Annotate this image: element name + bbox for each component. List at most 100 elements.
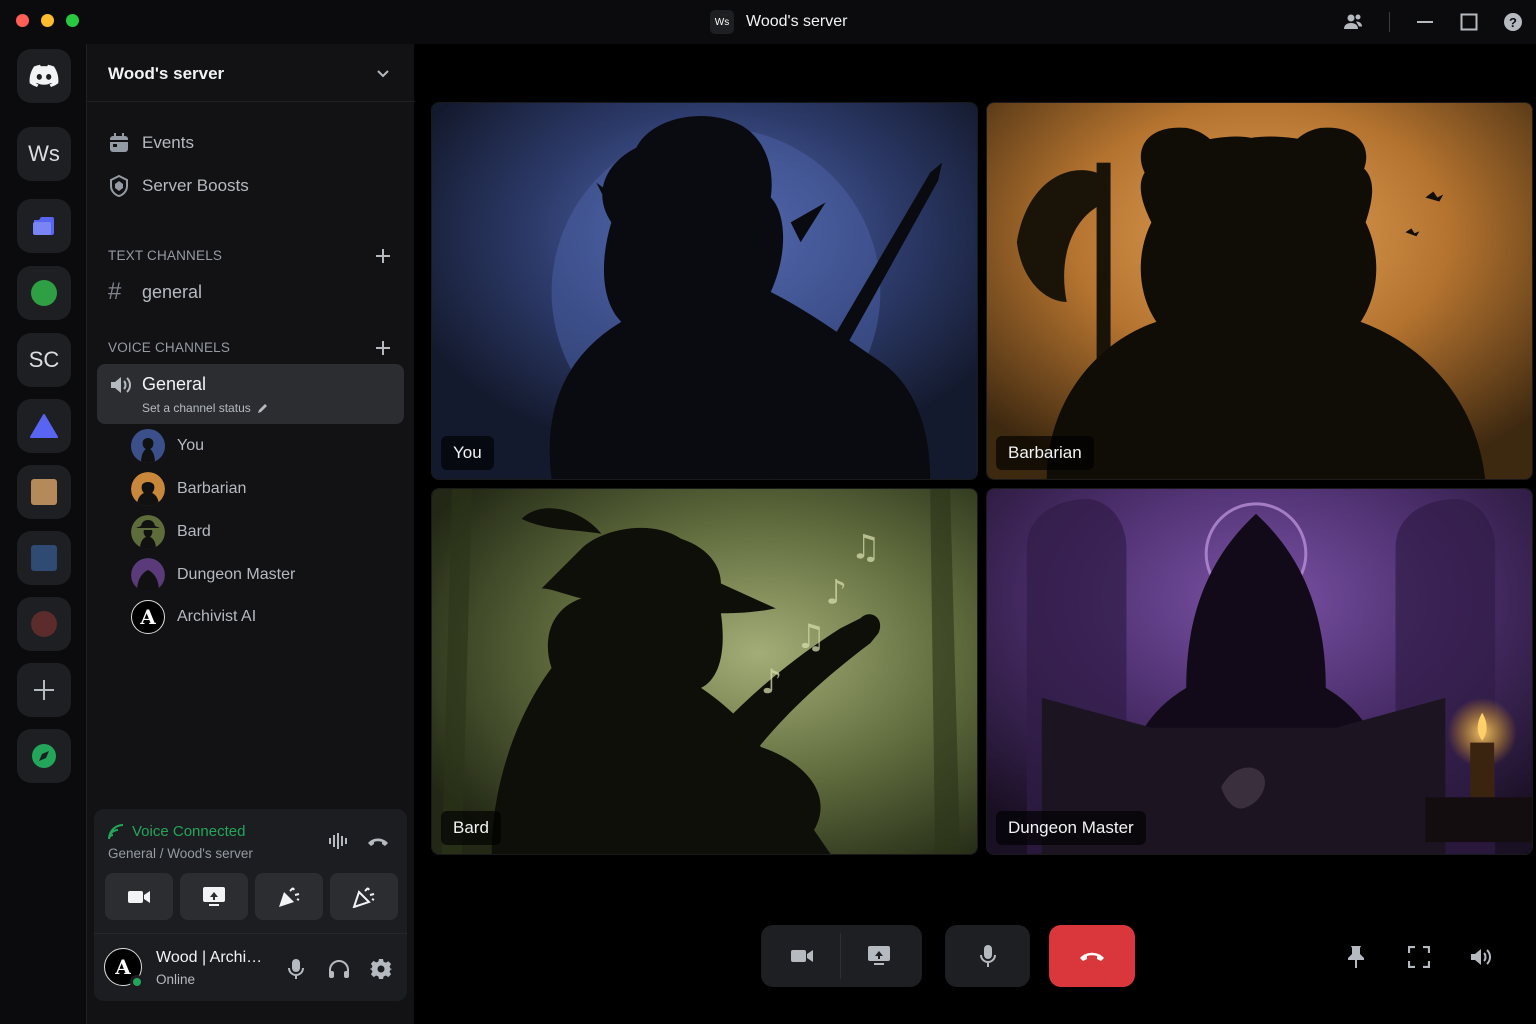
soundboard-button[interactable] — [330, 873, 398, 920]
add-server-icon — [34, 680, 54, 700]
home-button[interactable] — [17, 49, 71, 103]
folder-icon — [33, 217, 54, 235]
screen-share-button[interactable] — [180, 873, 248, 920]
call-mute-button[interactable] — [950, 925, 1026, 987]
volume-icon[interactable] — [1468, 943, 1496, 971]
server-red-avatar — [31, 611, 57, 637]
microphone-icon[interactable] — [284, 957, 308, 981]
voice-connected-status[interactable]: Voice Connected — [108, 823, 245, 840]
avatar — [131, 429, 165, 463]
user-avatar-glyph: A — [115, 955, 131, 979]
call-screen-share-button[interactable] — [841, 925, 917, 987]
voice-connection-panel: Voice Connected General / Wood's server … — [94, 809, 407, 1001]
maximize-icon[interactable] — [1458, 11, 1480, 33]
server-boosts-item[interactable]: Server Boosts — [108, 172, 249, 200]
server-header[interactable]: Wood's server — [87, 44, 415, 102]
video-tile-bard[interactable]: ♫ ♪ ♫ ♪ Bard — [431, 488, 978, 855]
server-folder[interactable] — [17, 199, 71, 253]
minimize-icon[interactable] — [1414, 11, 1436, 33]
video-controls-group — [761, 925, 922, 987]
server-tan[interactable] — [17, 465, 71, 519]
voice-member-archivist-ai[interactable]: A Archivist AI — [131, 600, 256, 634]
avatar — [131, 558, 165, 592]
voice-member-dungeon-master[interactable]: Dungeon Master — [131, 558, 295, 592]
discover-button[interactable] — [17, 729, 71, 783]
online-status-dot — [130, 975, 144, 989]
headphones-icon[interactable] — [327, 957, 351, 981]
voice-channel-name: General — [142, 374, 207, 394]
video-tile-you[interactable]: You — [431, 102, 978, 480]
events-label: Events — [142, 133, 194, 152]
window-close-button[interactable] — [16, 14, 29, 27]
archivist-logo-icon: A — [131, 600, 165, 634]
boost-shield-icon — [110, 175, 128, 197]
voice-channel-general[interactable]: General Set a channel status — [97, 364, 404, 424]
help-icon[interactable]: ? — [1502, 11, 1524, 33]
party-popper-icon — [279, 886, 300, 907]
window-title: Wood's server — [746, 13, 848, 30]
server-triangle[interactable] — [17, 399, 71, 453]
add-server-button[interactable] — [17, 663, 71, 717]
video-feed-bard: ♫ ♪ ♫ ♪ — [432, 489, 977, 854]
server-tan-avatar — [31, 479, 57, 505]
window-minimize-button[interactable] — [41, 14, 54, 27]
soundboard-icon — [352, 886, 375, 908]
server-ws[interactable]: Ws — [17, 127, 71, 181]
video-tile-dungeon-master[interactable]: Dungeon Master — [986, 488, 1533, 855]
member-list-icon[interactable] — [1342, 11, 1364, 33]
pencil-icon — [257, 404, 267, 413]
titlebar-divider — [1389, 12, 1390, 32]
activities-button[interactable] — [255, 873, 323, 920]
set-channel-status[interactable]: Set a channel status — [142, 401, 269, 415]
channel-status-placeholder: Set a channel status — [142, 401, 251, 415]
server-boosts-label: Server Boosts — [142, 176, 249, 195]
discover-compass-icon — [32, 744, 56, 768]
camera-button[interactable] — [105, 873, 173, 920]
text-channels-header[interactable]: TEXT CHANNELS — [108, 248, 222, 263]
svg-text:?: ? — [1509, 15, 1517, 30]
add-voice-channel-icon[interactable] — [373, 338, 393, 358]
voice-location[interactable]: General / Wood's server — [108, 846, 253, 861]
mic-control-group — [945, 925, 1030, 987]
tile-label: Bard — [441, 811, 501, 845]
calendar-icon — [110, 133, 128, 152]
window-zoom-button[interactable] — [66, 14, 79, 27]
screen-share-icon — [868, 946, 890, 965]
noise-suppression-icon[interactable] — [327, 829, 351, 853]
member-name: Archivist AI — [177, 608, 257, 625]
voice-member-bard[interactable]: Bard — [131, 515, 211, 549]
tile-label: Barbarian — [996, 436, 1094, 470]
screen-share-icon — [203, 886, 225, 906]
avatar — [131, 515, 165, 549]
server-ws-label: Ws — [28, 141, 60, 166]
channel-sidebar: Wood's server Events Server Boosts TEXT … — [86, 44, 415, 1024]
server-red[interactable] — [17, 597, 71, 651]
add-text-channel-icon[interactable] — [373, 246, 393, 266]
video-tile-barbarian[interactable]: Barbarian — [986, 102, 1533, 480]
member-name: You — [177, 437, 204, 454]
call-camera-button[interactable] — [764, 925, 840, 987]
signal-icon — [108, 823, 124, 839]
server-blue[interactable] — [17, 531, 71, 585]
server-name: Wood's server — [108, 64, 225, 83]
gear-icon[interactable] — [369, 957, 393, 981]
hang-up-icon — [1080, 952, 1104, 961]
user-name[interactable]: Wood | Archivist — [156, 949, 268, 967]
server-sc[interactable]: SC — [17, 333, 71, 387]
server-green[interactable] — [17, 266, 71, 320]
channel-general-text[interactable]: # general — [108, 278, 202, 306]
speaker-icon — [111, 377, 131, 393]
pin-icon[interactable] — [1342, 943, 1370, 971]
voice-member-you[interactable]: You — [131, 429, 204, 463]
voice-member-barbarian[interactable]: Barbarian — [131, 472, 246, 506]
disconnect-icon[interactable] — [366, 829, 390, 853]
events-item[interactable]: Events — [108, 129, 194, 157]
voice-channels-header[interactable]: VOICE CHANNELS — [108, 340, 230, 355]
video-feed-you — [432, 103, 977, 479]
hang-up-button[interactable] — [1049, 925, 1135, 987]
server-sc-label: SC — [28, 347, 60, 372]
fullscreen-icon[interactable] — [1405, 943, 1433, 971]
hash-icon: # — [108, 278, 122, 305]
svg-text:♪: ♪ — [761, 662, 783, 701]
panel-divider — [94, 933, 407, 934]
